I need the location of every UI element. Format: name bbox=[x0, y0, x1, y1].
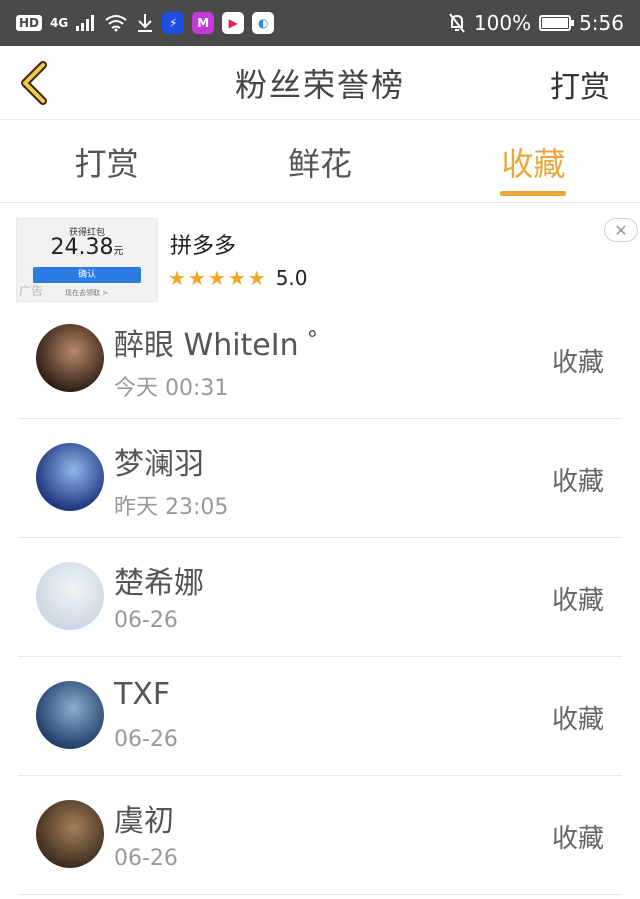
star-icon: ★ bbox=[227, 266, 246, 290]
ad-banner[interactable]: 获得红包 24.38元 确认 广告 现在去领取 > 拼多多 ★ ★ ★ ★ ★ … bbox=[0, 204, 640, 304]
tab-flowers-label: 鲜花 bbox=[287, 144, 352, 183]
user-name: 虞初 bbox=[114, 804, 174, 839]
app-icon-bolt: ⚡ bbox=[162, 12, 185, 34]
signal-icon bbox=[76, 15, 95, 31]
tab-favorites-label: 收藏 bbox=[501, 144, 566, 183]
ad-close-button[interactable]: ✕ bbox=[604, 218, 638, 242]
user-name: 楚希娜 bbox=[114, 566, 204, 601]
back-button[interactable] bbox=[14, 58, 54, 108]
favorites-list: 醉眼 WhiteIn ゜ 今天 00:31 收藏 梦澜羽 昨天 23:05 收藏… bbox=[18, 300, 622, 895]
star-icon: ★ bbox=[187, 266, 206, 290]
hd-badge: HD bbox=[16, 15, 43, 31]
top-nav-bar: 粉丝荣誉榜 打赏 bbox=[0, 46, 640, 120]
chevron-left-icon bbox=[21, 61, 47, 105]
app-icon-m: M bbox=[192, 12, 215, 34]
list-item[interactable]: 梦澜羽 昨天 23:05 收藏 bbox=[18, 419, 622, 538]
list-item[interactable]: 楚希娜 06-26 收藏 bbox=[18, 538, 622, 657]
battery-level bbox=[542, 18, 569, 28]
mute-bell-icon bbox=[449, 13, 465, 33]
avatar[interactable] bbox=[36, 681, 104, 749]
list-item[interactable]: 虞初 06-26 收藏 bbox=[18, 776, 622, 895]
wifi-icon bbox=[105, 15, 127, 32]
list-item[interactable]: 醉眼 WhiteIn ゜ 今天 00:31 收藏 bbox=[18, 300, 622, 419]
battery-icon bbox=[539, 15, 575, 31]
star-icon: ★ bbox=[168, 266, 186, 290]
timestamp: 06-26 bbox=[114, 846, 178, 871]
star-icon: ★ bbox=[207, 266, 226, 290]
app-icon-video: ▶ bbox=[222, 12, 245, 34]
page-title: 粉丝荣誉榜 bbox=[234, 65, 405, 104]
ad-thumbnail[interactable]: 获得红包 24.38元 确认 广告 现在去领取 > bbox=[16, 218, 158, 302]
network-type: 4G bbox=[50, 16, 69, 30]
action-label: 收藏 bbox=[551, 586, 604, 616]
action-label: 收藏 bbox=[551, 348, 604, 378]
ad-app-name: 拼多多 bbox=[170, 234, 237, 259]
active-tab-indicator bbox=[500, 191, 567, 196]
timestamp: 今天 00:31 bbox=[114, 376, 229, 401]
user-name: 醉眼 WhiteIn ゜ bbox=[114, 328, 339, 363]
ad-thumb-amount-wrap: 24.38元 bbox=[17, 235, 157, 260]
app-icon-circle: ◐ bbox=[252, 12, 275, 34]
tab-tip[interactable]: 打赏 bbox=[0, 121, 213, 202]
status-right: 100% 5:56 bbox=[448, 11, 624, 35]
ad-thumb-confirm: 确认 bbox=[33, 267, 141, 283]
ad-thumb-small: 现在去领取 > bbox=[65, 289, 109, 297]
action-label: 收藏 bbox=[551, 824, 604, 854]
user-name: TXF bbox=[114, 677, 171, 712]
tab-bar: 打赏 鲜花 收藏 bbox=[0, 121, 640, 203]
avatar[interactable] bbox=[36, 800, 104, 868]
ad-rating-stars: ★ ★ ★ ★ ★ 5.0 bbox=[168, 266, 308, 290]
ad-label: 广告 bbox=[19, 284, 44, 298]
battery-percent: 100% bbox=[473, 11, 532, 35]
ad-rating-value: 5.0 bbox=[275, 266, 308, 290]
tip-button[interactable]: 打赏 bbox=[550, 62, 610, 106]
ad-thumb-unit: 元 bbox=[113, 246, 124, 257]
action-label: 收藏 bbox=[551, 467, 604, 497]
status-left: HD 4G ⚡ M ▶ ◐ bbox=[16, 12, 275, 34]
timestamp: 昨天 23:05 bbox=[114, 495, 229, 520]
timestamp: 06-26 bbox=[114, 608, 178, 633]
action-label: 收藏 bbox=[551, 705, 604, 735]
tab-flowers[interactable]: 鲜花 bbox=[213, 121, 426, 202]
download-icon bbox=[138, 14, 153, 32]
avatar[interactable] bbox=[36, 324, 104, 392]
ad-thumb-amount: 24.38 bbox=[50, 235, 114, 260]
status-bar: HD 4G ⚡ M ▶ ◐ 100% 5:56 bbox=[0, 0, 640, 46]
close-icon: ✕ bbox=[614, 220, 628, 240]
tab-favorites[interactable]: 收藏 bbox=[427, 121, 640, 202]
list-item[interactable]: TXF 06-26 收藏 bbox=[18, 657, 622, 776]
timestamp: 06-26 bbox=[114, 727, 178, 752]
star-icon: ★ bbox=[247, 266, 266, 290]
avatar[interactable] bbox=[36, 562, 104, 630]
clock: 5:56 bbox=[579, 11, 624, 35]
avatar[interactable] bbox=[36, 443, 104, 511]
tab-tip-label: 打赏 bbox=[74, 144, 139, 183]
user-name: 梦澜羽 bbox=[114, 447, 204, 482]
